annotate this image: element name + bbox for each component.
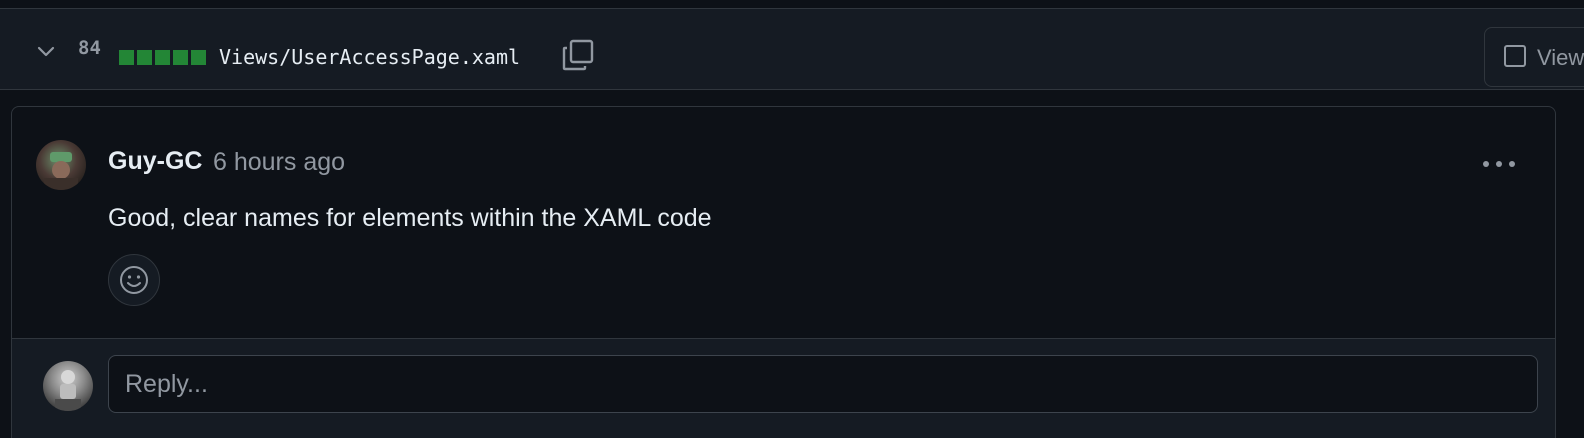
checkbox-icon[interactable] [1504, 45, 1526, 67]
reply-bar [12, 338, 1555, 438]
diffstat-block [155, 50, 170, 65]
diff-change-count: 84 [78, 37, 101, 59]
avatar[interactable] [36, 140, 86, 190]
add-reaction-button[interactable] [108, 254, 160, 306]
kebab-horizontal-icon[interactable] [1478, 151, 1520, 177]
smiley-icon [120, 266, 148, 294]
diffstat-block [119, 50, 134, 65]
chevron-down-icon[interactable] [34, 39, 58, 63]
diffstat-block [137, 50, 152, 65]
avatar[interactable] [43, 361, 93, 411]
diffstat-block [191, 50, 206, 65]
file-header: 84 Views/UserAccessPage.xaml Viewed [0, 8, 1584, 90]
diffstat-block [173, 50, 188, 65]
reply-input[interactable] [108, 355, 1538, 413]
pull-request-file-view: 84 Views/UserAccessPage.xaml Viewed G [0, 0, 1584, 438]
viewed-toggle[interactable]: Viewed [1484, 27, 1584, 87]
review-comment-thread: Guy-GC 6 hours ago Good, clear names for… [11, 106, 1556, 438]
comment-timestamp[interactable]: 6 hours ago [213, 148, 345, 177]
comment-body: Good, clear names for elements within th… [108, 204, 712, 232]
copy-icon[interactable] [561, 38, 595, 72]
file-path-link[interactable]: Views/UserAccessPage.xaml [219, 45, 520, 69]
viewed-label: Viewed [1537, 45, 1584, 70]
diffstat-bar [119, 50, 206, 65]
comment-author[interactable]: Guy-GC [108, 147, 202, 176]
